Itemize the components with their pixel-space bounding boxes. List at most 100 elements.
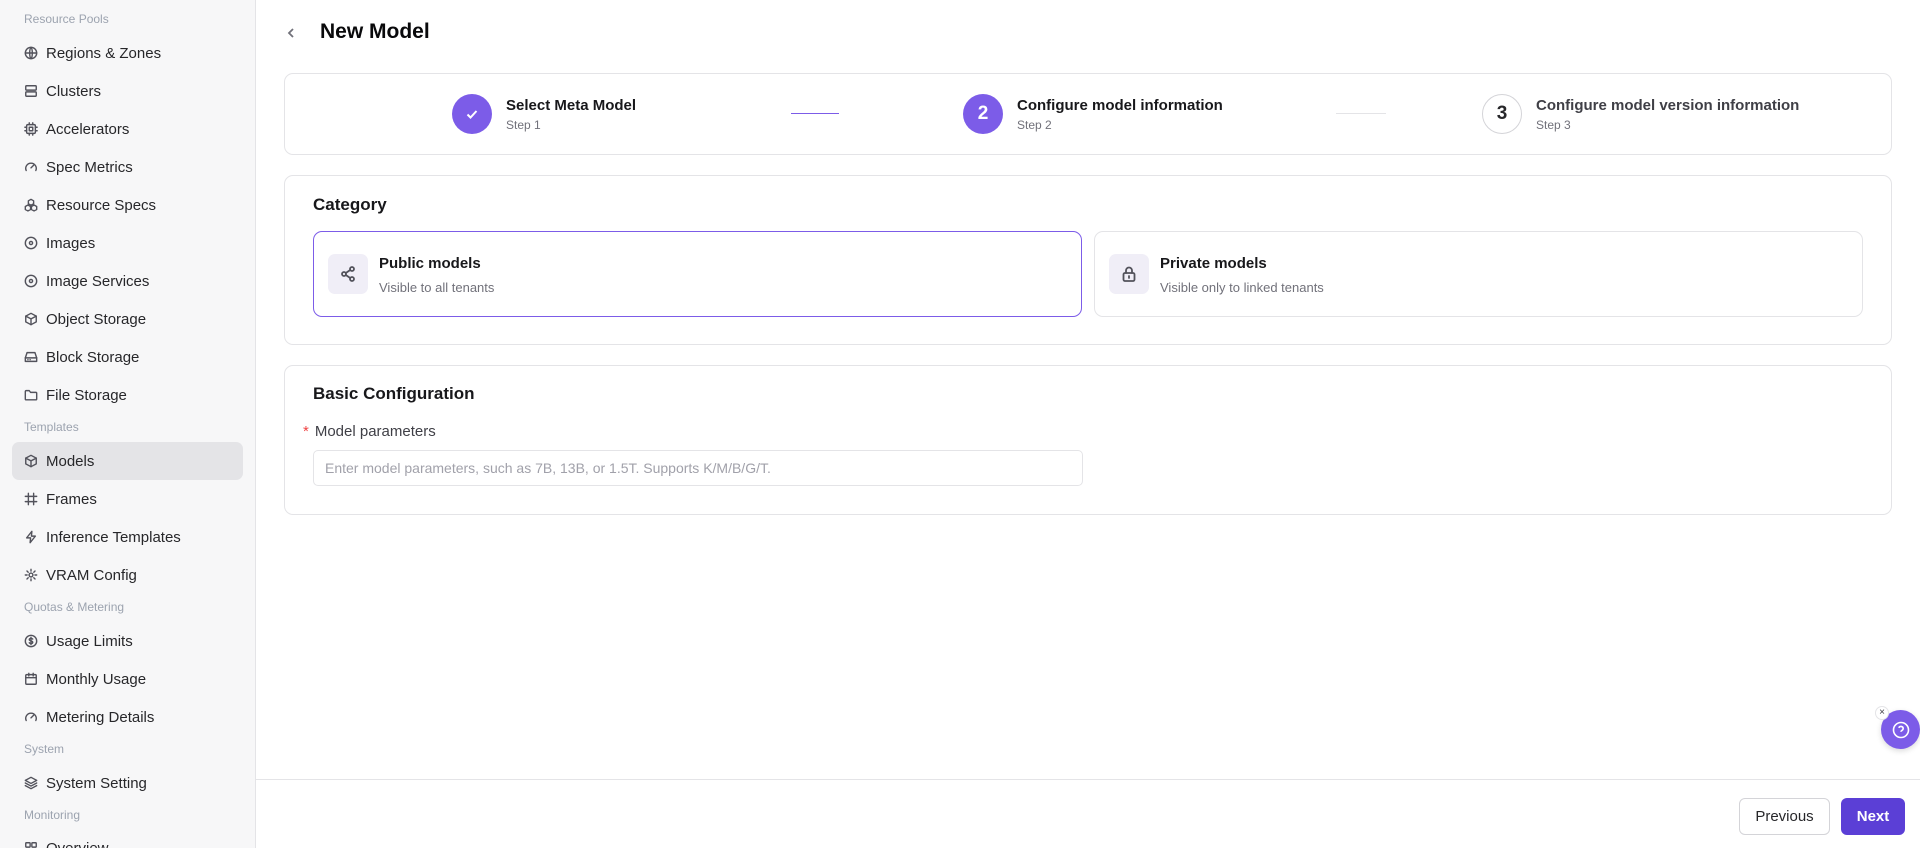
step-number-circle: 2 — [963, 94, 1003, 134]
layers-icon — [24, 776, 38, 790]
sidebar-item-label: Overview — [46, 839, 109, 848]
sidebar-section-templates: Templates — [24, 420, 79, 434]
zap-icon — [24, 530, 38, 544]
step-sub: Step 3 — [1536, 117, 1571, 132]
steps-card: Select Meta Model Step 1 2 Configure mod… — [284, 73, 1892, 155]
option-title: Public models — [379, 255, 481, 272]
option-description: Visible only to linked tenants — [1160, 280, 1324, 295]
gauge-icon — [24, 710, 38, 724]
sidebar-item-label: Usage Limits — [46, 632, 133, 650]
required-mark: * — [303, 423, 309, 440]
server-icon — [24, 84, 38, 98]
basic-configuration-card: Basic Configuration * Model parameters — [284, 365, 1892, 515]
model-parameters-label-text: Model parameters — [314, 423, 436, 440]
sidebar-item-label: Clusters — [46, 82, 102, 100]
dollar-circle-icon — [24, 634, 38, 648]
step-3: 3 Configure model version information St… — [1482, 94, 1799, 134]
previous-button[interactable]: Previous — [1739, 798, 1830, 835]
sidebar-item-label: Spec Metrics — [46, 158, 133, 176]
help-close-icon[interactable]: × — [1875, 706, 1889, 720]
sidebar-item-label: Images — [46, 234, 96, 252]
sidebar-item-usage-limits[interactable]: Usage Limits — [12, 622, 243, 660]
sidebar-item-label: Resource Specs — [46, 196, 157, 214]
calendar-icon — [24, 672, 38, 686]
sidebar-item-metering-details[interactable]: Metering Details — [12, 698, 243, 736]
sidebar-item-file-storage[interactable]: File Storage — [12, 376, 243, 414]
cube-icon — [24, 454, 38, 468]
frame-icon — [24, 492, 38, 506]
step-connector-pending — [1336, 113, 1386, 114]
sidebar-item-inference-templates[interactable]: Inference Templates — [12, 518, 243, 556]
sidebar-item-images[interactable]: Images — [12, 224, 243, 262]
basic-configuration-title: Basic Configuration — [313, 384, 475, 403]
category-title: Category — [313, 195, 387, 214]
sidebar-section-quotas-metering: Quotas & Metering — [24, 600, 125, 614]
sidebar-item-frames[interactable]: Frames — [12, 480, 243, 518]
sidebar-item-label: Image Services — [46, 272, 150, 290]
sidebar: Resource Pools Regions & Zones Clusters … — [0, 0, 256, 848]
sidebar-item-monthly-usage[interactable]: Monthly Usage — [12, 660, 243, 698]
sidebar-section-monitoring: Monitoring — [24, 808, 81, 822]
sidebar-section-resource-pools: Resource Pools — [24, 12, 109, 26]
sidebar-item-models[interactable]: Models — [12, 442, 243, 480]
lock-icon — [1109, 254, 1149, 294]
step-sub: Step 1 — [506, 117, 541, 132]
gauge-icon — [24, 160, 38, 174]
sidebar-item-accelerators[interactable]: Accelerators — [12, 110, 243, 148]
sidebar-item-label: Regions & Zones — [46, 44, 162, 62]
step-number-circle: 3 — [1482, 94, 1522, 134]
sidebar-item-system-setting[interactable]: System Setting — [12, 764, 243, 802]
page-title: New Model — [320, 20, 430, 43]
sidebar-item-label: File Storage — [46, 386, 127, 404]
folder-icon — [24, 388, 38, 402]
gear-icon — [24, 568, 38, 582]
sidebar-item-label: Models — [46, 452, 95, 470]
option-title: Private models — [1160, 255, 1267, 272]
globe-icon — [24, 46, 38, 60]
check-icon — [452, 94, 492, 134]
sidebar-item-label: Object Storage — [46, 310, 147, 328]
sidebar-item-image-services[interactable]: Image Services — [12, 262, 243, 300]
boxes-icon — [24, 198, 38, 212]
private-models-option[interactable]: Private models Visible only to linked te… — [1094, 231, 1863, 317]
sidebar-item-label: System Setting — [46, 774, 147, 792]
cpu-icon — [24, 122, 38, 136]
package-icon — [24, 312, 38, 326]
step-2: 2 Configure model information Step 2 — [963, 94, 1223, 134]
next-button[interactable]: Next — [1841, 798, 1905, 835]
step-title: Configure model version information — [1536, 96, 1800, 114]
sidebar-item-clusters[interactable]: Clusters — [12, 72, 243, 110]
sidebar-item-object-storage[interactable]: Object Storage — [12, 300, 243, 338]
sidebar-item-label: Block Storage — [46, 348, 140, 366]
category-card: Category Public models Visible to all te… — [284, 175, 1892, 345]
sidebar-item-vram-config[interactable]: VRAM Config — [12, 556, 243, 594]
step-1: Select Meta Model Step 1 — [452, 94, 636, 134]
step-sub: Step 2 — [1017, 117, 1052, 132]
public-models-option[interactable]: Public models Visible to all tenants — [313, 231, 1082, 317]
share-icon — [328, 254, 368, 294]
step-connector-done — [791, 113, 839, 114]
sidebar-item-label: Inference Templates — [46, 528, 181, 546]
disc-icon — [24, 274, 38, 288]
sidebar-item-label: VRAM Config — [46, 566, 137, 584]
sidebar-item-label: Frames — [46, 490, 97, 508]
sidebar-item-block-storage[interactable]: Block Storage — [12, 338, 243, 376]
footer-bar: Previous Next — [256, 779, 1920, 848]
sidebar-item-overview[interactable]: Overview — [12, 829, 243, 848]
step-title: Configure model information — [1017, 96, 1223, 114]
sidebar-item-label: Metering Details — [46, 708, 155, 726]
model-parameters-label: * Model parameters — [303, 423, 436, 440]
back-chevron-icon[interactable] — [284, 24, 298, 42]
sidebar-item-spec-metrics[interactable]: Spec Metrics — [12, 148, 243, 186]
question-circle-icon — [1891, 720, 1911, 740]
disc-icon — [24, 236, 38, 250]
sidebar-item-regions-zones[interactable]: Regions & Zones — [12, 34, 243, 72]
sidebar-item-resource-specs[interactable]: Resource Specs — [12, 186, 243, 224]
sidebar-item-label: Accelerators — [46, 120, 130, 138]
grid-icon — [24, 841, 38, 848]
option-description: Visible to all tenants — [379, 280, 495, 295]
step-title: Select Meta Model — [506, 96, 637, 114]
sidebar-item-label: Monthly Usage — [46, 670, 147, 688]
model-parameters-input[interactable] — [313, 450, 1083, 486]
sidebar-section-system: System — [24, 742, 65, 756]
